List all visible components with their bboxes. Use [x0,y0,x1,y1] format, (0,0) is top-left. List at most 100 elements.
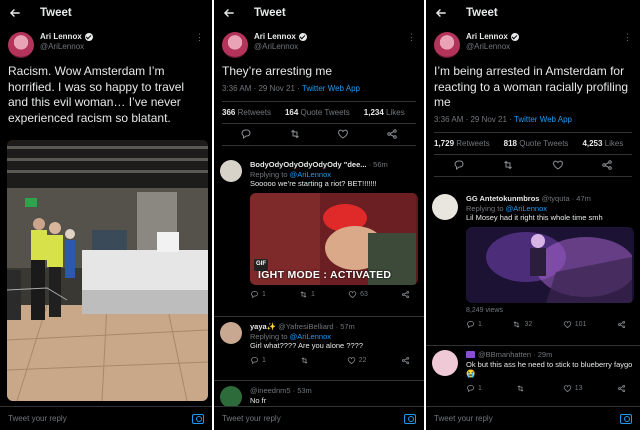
like-icon[interactable] [563,384,572,393]
video-views: 8,249 views [466,306,503,314]
retweet-icon[interactable] [300,356,309,365]
reply-item[interactable]: GG Antetokunmbros @tyquta · 47m Replying… [426,194,640,330]
author-handle[interactable]: @AriLennox [254,42,307,52]
back-arrow-icon[interactable] [8,6,22,20]
reply-actions: 1 13 [466,384,634,394]
camera-icon[interactable] [404,413,416,424]
quotes-stat[interactable]: 164 Quote Tweets [285,108,357,117]
likes-stat[interactable]: 1,234 Likes [364,108,412,117]
reply-text: No fr [250,395,267,405]
reply-icon[interactable] [250,356,259,365]
camera-icon[interactable] [192,413,204,424]
reply-actions: 1 32 101 [466,320,634,330]
tweet-panel-2: Tweet Ari Lennox @AriLennox ⋮ They’re ar… [214,0,424,430]
back-arrow-icon[interactable] [222,6,236,20]
reply-header: BodyOdyOdyOdyOdyOdy "dee... · 56m [250,160,388,169]
reply-item[interactable]: yaya✨ @YafresiBelliard · 57m Replying to… [214,322,424,365]
reply-item[interactable]: BodyOdyOdyOdyOdyOdy "dee... · 56m Replyi… [214,160,424,299]
replying-to: Replying to @AriLennox [250,169,331,179]
avatar[interactable] [434,32,460,58]
tweet-photo[interactable] [7,140,208,401]
verified-badge-icon [298,33,307,41]
like-icon[interactable] [552,159,564,171]
reply-icon[interactable] [240,128,252,140]
retweet-icon[interactable] [289,128,301,140]
video-image [466,226,634,303]
tweet-panel-3: Tweet Ari Lennox @AriLennox ⋮ I’m being … [426,0,640,430]
share-icon[interactable] [617,320,626,329]
divider [214,380,424,381]
reply-bar[interactable]: Tweet your reply [0,406,212,430]
retweets-stat[interactable]: 366 Retweets [222,108,278,117]
reply-icon[interactable] [453,159,465,171]
avatar[interactable] [222,32,248,58]
replying-to: Replying to @AriLennox [250,331,331,341]
reply-text: Girl what???? Are you alone ???? [250,341,363,350]
like-icon[interactable] [563,320,572,329]
reply-bar[interactable]: Tweet your reply [214,406,424,430]
flag-icon [466,351,475,358]
quotes-stat[interactable]: 818 Quote Tweets [504,139,576,148]
reply-icon[interactable] [250,290,259,299]
reply-actions: 1 22 [250,356,418,366]
share-icon[interactable] [401,290,410,299]
tweet-actions [434,155,632,177]
reply-icon[interactable] [466,320,475,329]
reply-item[interactable]: @ineednm5 · 53m No fr [214,386,424,408]
like-icon[interactable] [348,290,357,299]
share-icon[interactable] [601,159,613,171]
author-handle[interactable]: @AriLennox [466,42,519,52]
back-arrow-icon[interactable] [434,6,448,20]
tweet-source-link[interactable]: Twitter Web App [302,84,360,93]
reply-text: Sooooo we’re starting a riot? BET!!!!!!! [250,179,377,188]
reply-icon[interactable] [466,384,475,393]
reply-video[interactable] [466,226,634,303]
retweets-stat[interactable]: 1,729 Retweets [434,139,497,148]
tweet-panel-1: Tweet Ari Lennox @AriLennox ⋮ Racism. Wo… [0,0,212,430]
tweet-stats: 366 Retweets 164 Quote Tweets 1,234 Likes [222,100,416,124]
avatar[interactable] [8,32,34,58]
avatar[interactable] [220,160,242,182]
header: Tweet [214,0,424,26]
camera-icon[interactable] [620,413,632,424]
author-handle[interactable]: @AriLennox [40,42,93,52]
author-name[interactable]: Ari Lennox [466,32,508,42]
like-icon[interactable] [347,356,356,365]
reply-bar[interactable]: Tweet your reply [426,406,640,430]
reply-input[interactable]: Tweet your reply [434,414,620,423]
likes-stat[interactable]: 4,253 Likes [582,139,630,148]
tweet-author: Ari Lennox @AriLennox ⋮ [0,26,212,64]
divider [426,345,640,346]
header-title: Tweet [40,7,72,19]
more-options-icon[interactable]: ⋮ [407,32,416,43]
reply-item[interactable]: @BBmanhatten · 29m Ok but this ass he ne… [426,350,640,393]
header-title: Tweet [466,7,498,19]
tweet-timestamp: 3:36 AM · 29 Nov 21 · Twitter Web App [434,114,573,124]
avatar[interactable] [432,194,458,220]
avatar[interactable] [220,322,242,344]
retweet-icon[interactable] [512,320,521,329]
avatar[interactable] [220,386,242,408]
reply-text: Lil Mosey had it right this whole time s… [466,213,603,222]
author-name[interactable]: Ari Lennox [254,32,296,42]
retweet-icon[interactable] [502,159,514,171]
reply-gif[interactable]: GIF IGHT MODE : ACTIVATED [250,192,418,285]
like-icon[interactable] [337,128,349,140]
share-icon[interactable] [386,128,398,140]
retweet-icon[interactable] [516,384,525,393]
tweet-text: They’re arresting me [222,64,333,78]
tweet-source-link[interactable]: Twitter Web App [514,115,572,124]
header-title: Tweet [254,7,286,19]
retweet-icon[interactable] [299,290,308,299]
more-options-icon[interactable]: ⋮ [195,32,204,43]
verified-badge-icon [84,33,93,41]
share-icon[interactable] [617,384,626,393]
avatar[interactable] [432,350,458,376]
reply-header: GG Antetokunmbros @tyquta · 47m [466,194,591,203]
reply-input[interactable]: Tweet your reply [222,414,404,423]
more-options-icon[interactable]: ⋮ [623,32,632,43]
author-name[interactable]: Ari Lennox [40,32,82,42]
reply-input[interactable]: Tweet your reply [8,414,192,423]
share-icon[interactable] [401,356,410,365]
tweet-timestamp: 3:36 AM · 29 Nov 21 · Twitter Web App [222,83,361,93]
